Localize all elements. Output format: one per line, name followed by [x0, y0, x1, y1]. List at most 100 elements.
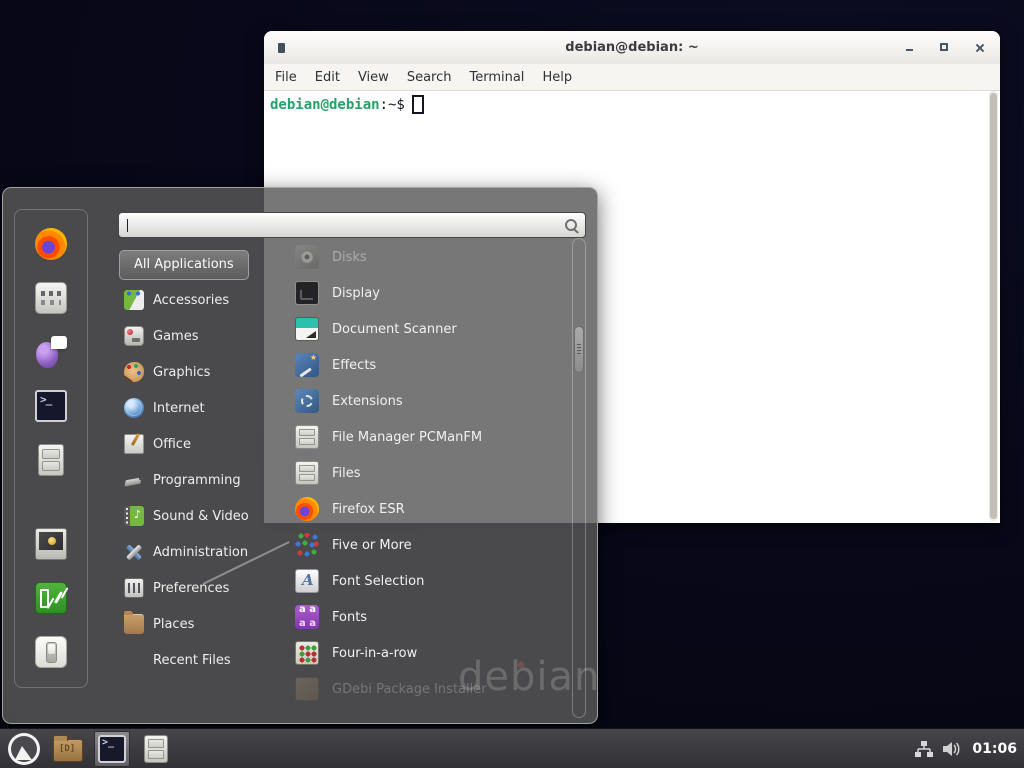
app-item[interactable]: Display	[281, 275, 573, 311]
prompt-user: debian@debian	[270, 97, 380, 113]
menubar-item[interactable]: File	[275, 70, 297, 85]
window-title: debian@debian: ~	[565, 40, 698, 55]
file-manager-icon	[53, 739, 83, 762]
files-icon	[295, 461, 319, 485]
office-icon	[124, 434, 144, 454]
favorite-button[interactable]	[34, 281, 68, 315]
files-icon	[144, 735, 168, 763]
app-label: Extensions	[332, 394, 403, 409]
app-item[interactable]: Five or More	[281, 527, 573, 563]
app-item[interactable]: Document Scanner	[281, 311, 573, 347]
pidgin-icon	[35, 336, 67, 368]
shutdown-icon	[35, 636, 67, 668]
document-scanner-icon	[295, 317, 319, 341]
magnifier-icon	[565, 219, 577, 231]
category-item[interactable]: Accessories	[119, 282, 271, 318]
display-icon	[295, 281, 319, 305]
app-label: File Manager PCManFM	[332, 430, 482, 445]
category-item[interactable]: Places	[119, 606, 271, 642]
category-item[interactable]: Administration	[119, 534, 271, 570]
app-label: Effects	[332, 358, 376, 373]
app-item[interactable]: GDebi Package Installer	[281, 671, 573, 706]
search-input[interactable]	[118, 212, 586, 238]
menu-scrollbar-thumb[interactable]	[574, 326, 584, 373]
terminal-scrollbar-thumb[interactable]	[990, 93, 997, 519]
graphics-icon	[124, 362, 144, 382]
terminal-icon	[35, 390, 67, 422]
preferences-icon	[124, 578, 144, 598]
close-icon[interactable]	[974, 42, 986, 54]
app-label: Display	[332, 286, 380, 301]
taskbar-button[interactable]	[94, 731, 130, 767]
app-item[interactable]: File Manager PCManFM	[281, 419, 573, 455]
taskbar-button[interactable]	[50, 731, 86, 767]
category-item[interactable]: Programming	[119, 462, 271, 498]
category-label: Recent Files	[153, 653, 231, 668]
category-item[interactable]: Preferences	[119, 570, 271, 606]
places-icon	[124, 614, 144, 634]
app-item[interactable]: Fonts	[281, 599, 573, 635]
app-item[interactable]: Firefox ESR	[281, 491, 573, 527]
application-menu: All Applications Accessories Games Graph…	[2, 187, 598, 724]
favorite-button[interactable]	[34, 581, 68, 615]
favorite-button[interactable]	[34, 527, 68, 561]
favorite-button[interactable]	[34, 389, 68, 423]
terminal-cursor	[412, 95, 424, 114]
category-label: Accessories	[153, 293, 229, 308]
internet-icon	[124, 398, 144, 418]
minimize-icon[interactable]	[904, 42, 916, 54]
category-label: Administration	[153, 545, 248, 560]
category-item[interactable]: Graphics	[119, 354, 271, 390]
taskbar: 01:06	[0, 728, 1024, 768]
maximize-icon[interactable]	[939, 42, 951, 54]
font-selection-icon	[295, 569, 319, 593]
app-item[interactable]: Four-in-a-row	[281, 635, 573, 671]
category-label: Graphics	[153, 365, 210, 380]
menubar-item[interactable]: Help	[542, 70, 572, 85]
app-label: Four-in-a-row	[332, 646, 417, 661]
terminal-icon	[98, 735, 126, 763]
terminal-scrollbar[interactable]	[989, 91, 998, 521]
favorite-button[interactable]	[34, 335, 68, 369]
category-item[interactable]: Office	[119, 426, 271, 462]
category-item[interactable]: Games	[119, 318, 271, 354]
app-item[interactable]: Files	[281, 455, 573, 491]
app-item[interactable]: Font Selection	[281, 563, 573, 599]
category-label: Places	[153, 617, 194, 632]
app-item[interactable]: Effects	[281, 347, 573, 383]
favorite-button[interactable]	[34, 443, 68, 477]
menubar-item[interactable]: Terminal	[469, 70, 524, 85]
effects-icon	[295, 353, 319, 377]
terminal-titlebar[interactable]: debian@debian: ~	[264, 31, 1000, 65]
taskbar-button[interactable]	[6, 731, 42, 767]
menubar-item[interactable]: Search	[407, 70, 452, 85]
games-icon	[124, 326, 144, 346]
menu-scrollbar[interactable]	[572, 238, 586, 718]
terminal-window-icon	[278, 43, 285, 53]
favorite-button[interactable]	[34, 227, 68, 261]
category-item[interactable]: Recent Files	[119, 642, 271, 678]
category-label: Programming	[153, 473, 241, 488]
all-applications-button[interactable]: All Applications	[119, 250, 249, 280]
volume-icon[interactable]	[943, 741, 962, 757]
clock[interactable]: 01:06	[972, 741, 1017, 757]
log-out-icon	[35, 582, 67, 614]
category-item[interactable]: Sound & Video	[119, 498, 271, 534]
network-icon[interactable]	[915, 741, 933, 757]
app-item[interactable]: Extensions	[281, 383, 573, 419]
category-label: Sound & Video	[153, 509, 249, 524]
app-label: Document Scanner	[332, 322, 457, 337]
app-label: Font Selection	[332, 574, 424, 589]
gdebi-package-installer-icon	[295, 677, 319, 701]
category-label: Internet	[153, 401, 205, 416]
category-item[interactable]: Internet	[119, 390, 271, 426]
app-label: Fonts	[332, 610, 367, 625]
taskbar-button[interactable]	[138, 731, 174, 767]
menubar-item[interactable]: View	[358, 70, 389, 85]
terminal-menubar: File Edit View Search Terminal Help	[264, 64, 1000, 91]
text-caret	[127, 219, 128, 232]
favorite-button[interactable]	[34, 635, 68, 669]
app-label: Files	[332, 466, 361, 481]
app-item[interactable]: Disks	[281, 239, 573, 275]
menubar-item[interactable]: Edit	[315, 70, 340, 85]
